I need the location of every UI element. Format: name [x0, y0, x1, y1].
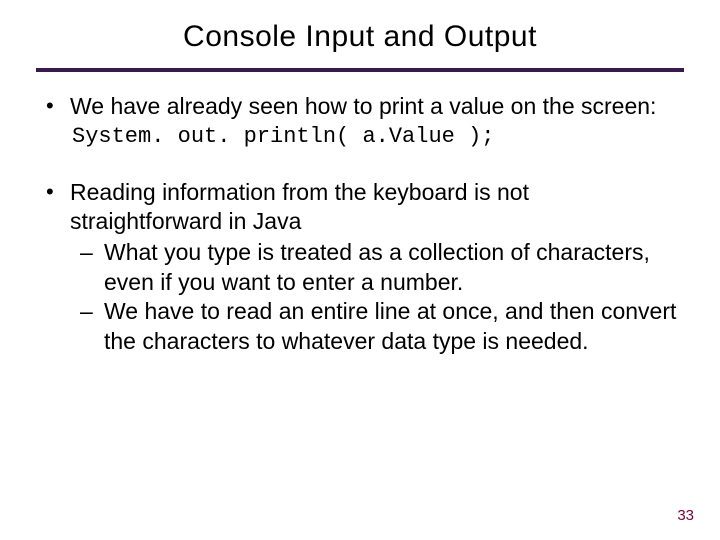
title-rule — [36, 68, 684, 72]
sub-bullet-list: What you type is treated as a collection… — [70, 238, 684, 356]
slide: Console Input and Output We have already… — [0, 0, 720, 356]
code-line: System. out. println( a.Value ); — [72, 123, 684, 151]
sub-bullet-item: We have to read an entire line at once, … — [76, 297, 684, 356]
bullet-list: We have already seen how to print a valu… — [40, 92, 684, 356]
bullet-text: We have already seen how to print a valu… — [70, 93, 656, 119]
bullet-item: Reading information from the keyboard is… — [40, 178, 684, 357]
bullet-text: Reading information from the keyboard is… — [70, 179, 529, 234]
page-number: 33 — [677, 507, 694, 524]
bullet-item: We have already seen how to print a valu… — [40, 92, 684, 152]
sub-bullet-item: What you type is treated as a collection… — [76, 238, 684, 297]
slide-title: Console Input and Output — [36, 20, 684, 54]
